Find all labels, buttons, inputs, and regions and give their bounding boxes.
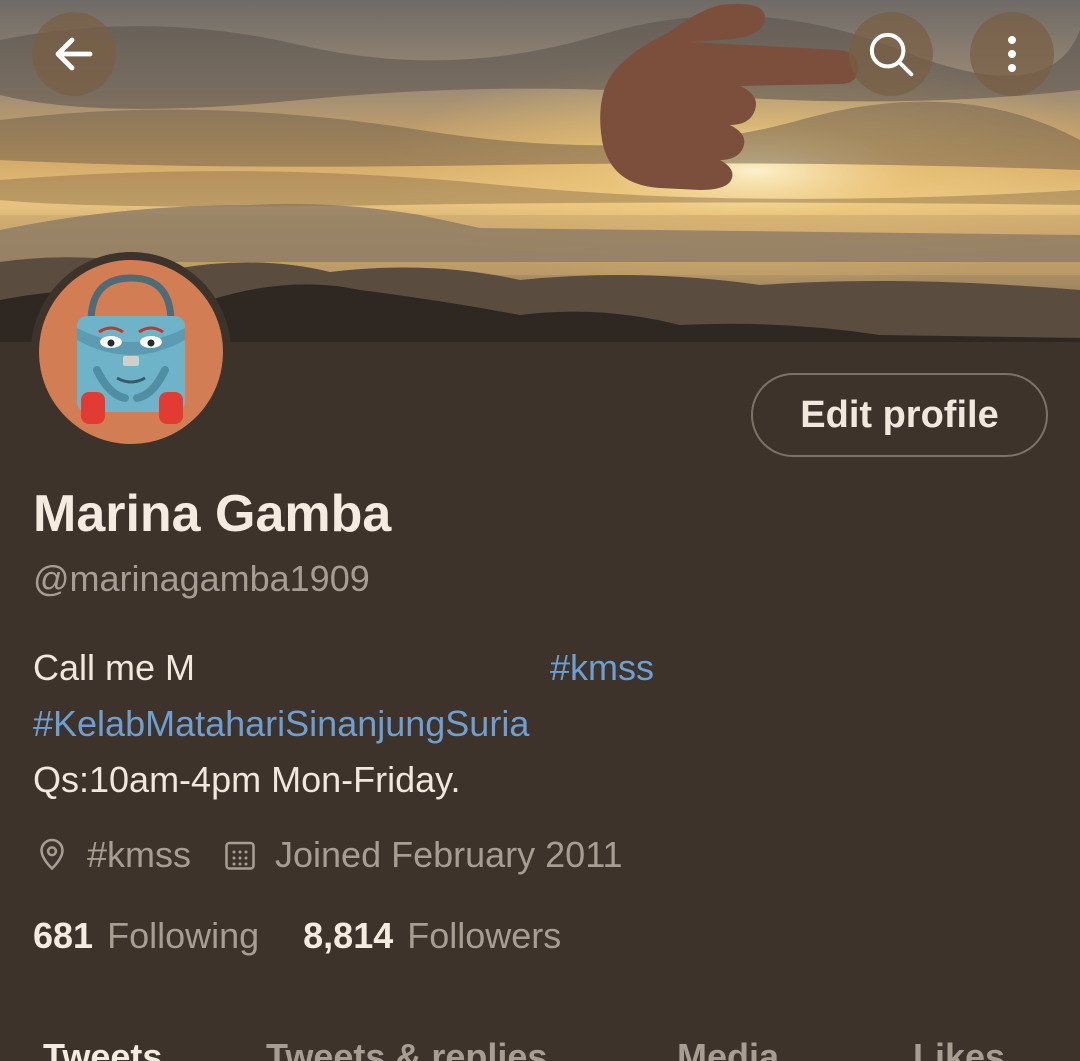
location-text: #kmss <box>87 834 192 875</box>
bio-hashtag-link[interactable]: #KelabMatahariSinanjungSuria <box>33 703 529 744</box>
search-button[interactable] <box>849 12 933 96</box>
bio-line: Call me M #kmss <box>33 640 1033 696</box>
follow-stats: 681 Following 8,814 Followers <box>33 915 605 957</box>
display-name: Marina Gamba <box>33 485 392 543</box>
location-item: #kmss <box>33 834 191 876</box>
followers-label[interactable]: Followers <box>407 915 561 957</box>
search-icon <box>869 32 914 77</box>
avatar-image <box>39 260 223 444</box>
tab-tweets-and-replies[interactable]: Tweets & replies <box>266 1036 547 1061</box>
profile-tabs: Tweets Tweets & replies Media Likes <box>0 1030 1080 1061</box>
following-count[interactable]: 681 <box>33 915 93 957</box>
arrow-left-icon <box>55 37 93 71</box>
joined-date-text: Joined February 2011 <box>275 834 623 875</box>
following-label[interactable]: Following <box>107 915 259 957</box>
tab-tweets[interactable]: Tweets <box>43 1036 162 1061</box>
back-button[interactable] <box>32 12 116 96</box>
avatar[interactable] <box>31 252 231 452</box>
more-vertical-icon <box>1008 36 1016 72</box>
tab-likes[interactable]: Likes <box>913 1036 1005 1061</box>
profile-meta: #kmss Joined February 2011 <box>33 830 653 880</box>
profile-bio: Call me M #kmss #KelabMatahariSinanjungS… <box>33 640 1033 808</box>
bio-text: Qs:10am-4pm Mon-Friday. <box>33 759 461 800</box>
user-handle: @marinagamba1909 <box>33 558 370 599</box>
followers-count[interactable]: 8,814 <box>303 915 393 957</box>
location-pin-icon <box>33 836 71 874</box>
pointing-hand-overlay <box>590 0 870 195</box>
bio-hashtag-link[interactable]: #kmss <box>550 640 654 696</box>
joined-item: Joined February 2011 <box>221 834 623 876</box>
bio-line: #KelabMatahariSinanjungSuria <box>33 696 1033 752</box>
calendar-icon <box>221 836 259 874</box>
more-options-button[interactable] <box>970 12 1054 96</box>
bio-line: Qs:10am-4pm Mon-Friday. <box>33 752 1033 808</box>
edit-profile-button[interactable]: Edit profile <box>751 373 1048 457</box>
tab-media[interactable]: Media <box>677 1036 779 1061</box>
profile-page: Edit profile Marina Gamba @marinagamba19… <box>0 0 1080 1061</box>
bio-text: Call me M <box>33 647 196 688</box>
